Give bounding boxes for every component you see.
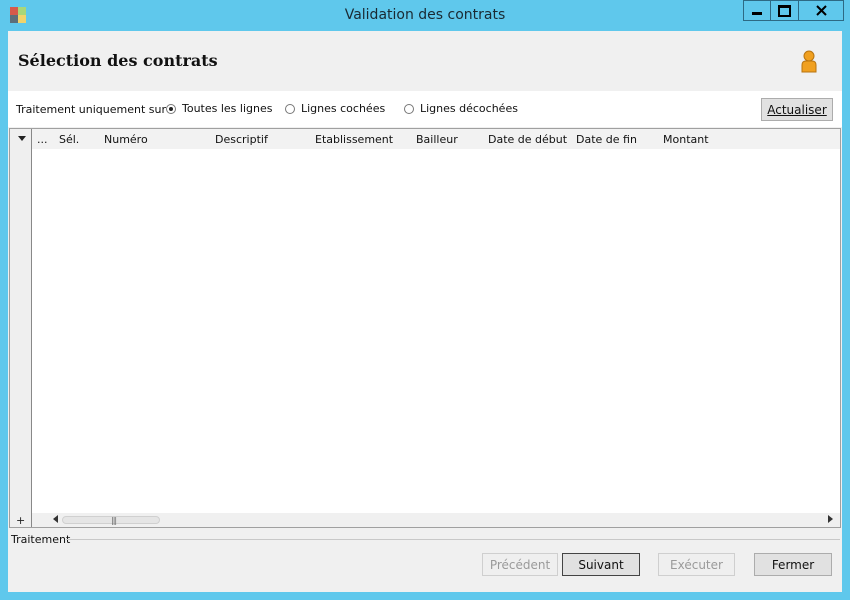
radio-all-lines-label: Toutes les lignes bbox=[182, 102, 273, 115]
add-row-icon[interactable]: + bbox=[16, 514, 25, 527]
close-icon bbox=[815, 5, 827, 16]
radio-unchecked-lines[interactable]: Lignes décochées bbox=[404, 102, 518, 115]
column-header-etablissement[interactable]: Etablissement bbox=[315, 133, 393, 146]
column-header-numero[interactable]: Numéro bbox=[104, 133, 148, 146]
radio-checked-lines[interactable]: Lignes cochées bbox=[285, 102, 385, 115]
contracts-grid[interactable]: + ... Sél. Numéro Descriptif Etablisseme… bbox=[9, 128, 841, 528]
next-button[interactable]: Suivant bbox=[562, 553, 640, 576]
scroll-left-icon[interactable] bbox=[53, 515, 58, 523]
radio-checked-lines-label: Lignes cochées bbox=[301, 102, 386, 115]
previous-button[interactable]: Précédent bbox=[482, 553, 558, 576]
radio-selected-icon bbox=[166, 103, 176, 114]
footer-group-label: Traitement bbox=[11, 533, 71, 546]
refresh-label: Actualiser bbox=[767, 102, 827, 117]
client-area: Sélection des contrats Traitement unique… bbox=[8, 31, 842, 592]
radio-unselected-icon bbox=[285, 103, 295, 114]
column-header-date-debut[interactable]: Date de début bbox=[488, 133, 567, 146]
column-header-descriptif[interactable]: Descriptif bbox=[215, 133, 268, 146]
grid-header: ... Sél. Numéro Descriptif Etablissement… bbox=[32, 129, 840, 149]
refresh-button[interactable]: Actualiser bbox=[761, 98, 833, 121]
horizontal-scrollbar[interactable]: ||| bbox=[32, 513, 840, 527]
scroll-right-icon[interactable] bbox=[828, 515, 833, 523]
grid-row-selector: + bbox=[10, 129, 32, 527]
user-icon bbox=[801, 50, 817, 73]
minimize-icon bbox=[752, 12, 762, 15]
grip-icon: ||| bbox=[111, 516, 117, 525]
footer-divider bbox=[66, 539, 840, 540]
radio-unchecked-lines-label: Lignes décochées bbox=[420, 102, 518, 115]
chevron-down-icon[interactable] bbox=[18, 136, 26, 141]
radio-all-lines[interactable]: Toutes les lignes bbox=[166, 102, 272, 115]
titlebar[interactable]: Validation des contrats bbox=[0, 0, 850, 30]
column-header-more[interactable]: ... bbox=[37, 133, 48, 146]
column-header-montant[interactable]: Montant bbox=[663, 133, 709, 146]
page-title: Sélection des contrats bbox=[18, 51, 218, 70]
header-band: Sélection des contrats bbox=[8, 31, 842, 90]
window-title: Validation des contrats bbox=[344, 7, 506, 23]
filter-label: Traitement uniquement sur : bbox=[16, 103, 174, 116]
column-header-bailleur[interactable]: Bailleur bbox=[416, 133, 458, 146]
radio-unselected-icon bbox=[404, 103, 414, 114]
minimize-button[interactable] bbox=[743, 0, 771, 21]
close-dialog-button[interactable]: Fermer bbox=[754, 553, 832, 576]
column-header-date-fin[interactable]: Date de fin bbox=[576, 133, 637, 146]
execute-button[interactable]: Exécuter bbox=[658, 553, 735, 576]
maximize-icon bbox=[778, 4, 791, 17]
column-header-sel[interactable]: Sél. bbox=[59, 133, 79, 146]
app-window: Validation des contrats Sélection des co… bbox=[0, 0, 850, 600]
close-button[interactable] bbox=[799, 0, 844, 21]
maximize-button[interactable] bbox=[771, 0, 799, 21]
filter-bar: Traitement uniquement sur : Toutes les l… bbox=[8, 91, 842, 127]
